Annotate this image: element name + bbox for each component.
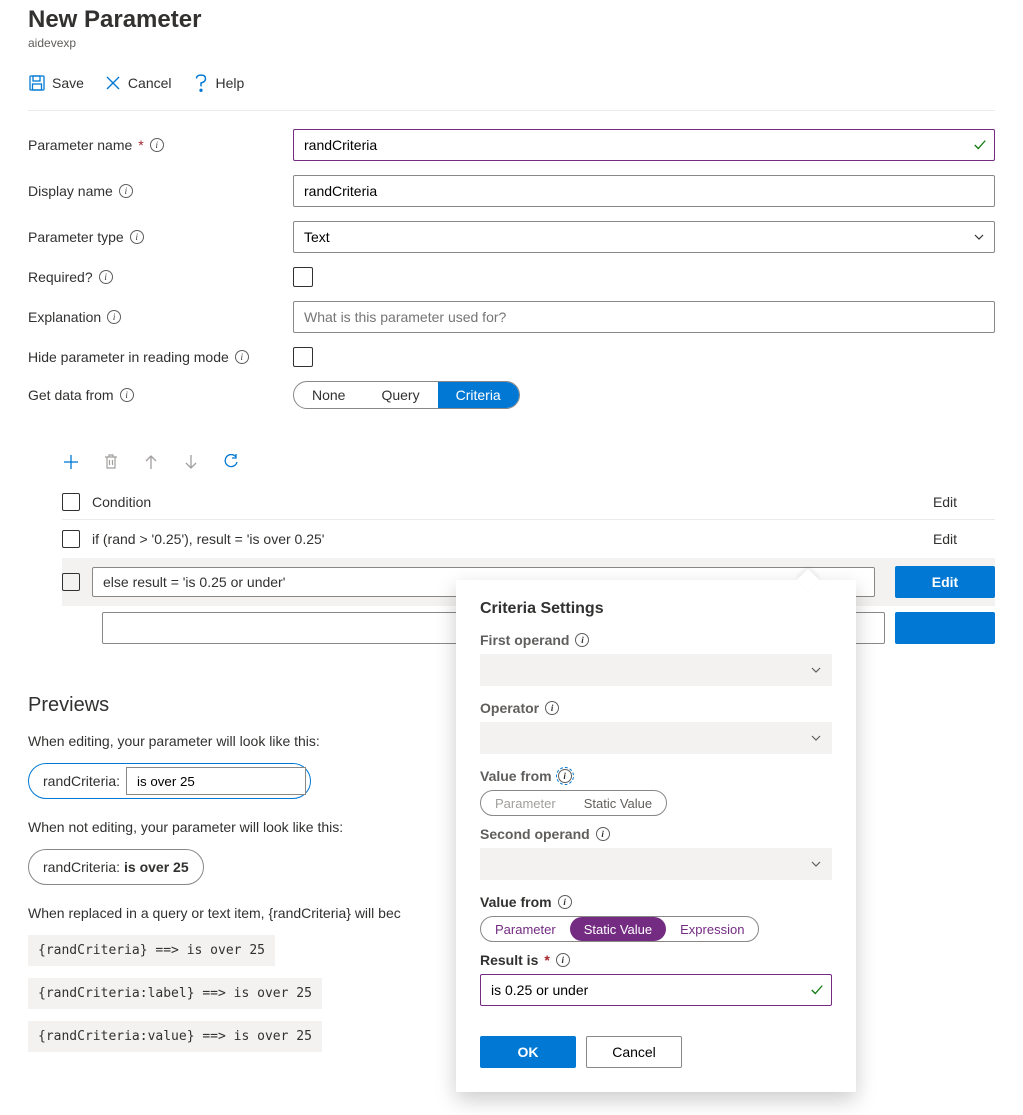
arrow-up-icon[interactable]: [142, 453, 160, 471]
pill-static-value[interactable]: Static Value: [570, 917, 666, 941]
info-icon[interactable]: i: [120, 388, 134, 402]
get-data-pills: None Query Criteria: [293, 381, 520, 409]
pill-criteria[interactable]: Criteria: [438, 382, 519, 408]
row-checkbox[interactable]: [62, 530, 80, 548]
explanation-input[interactable]: [293, 301, 995, 333]
help-label: Help: [216, 75, 245, 91]
second-operand-label: Second operand i: [480, 826, 832, 842]
criteria-settings-popover: Criteria Settings First operand i Operat…: [456, 580, 856, 1092]
pill-static-value[interactable]: Static Value: [570, 791, 666, 815]
info-icon[interactable]: i: [545, 701, 559, 715]
table-row: if (rand > '0.25'), result = 'is over 0.…: [62, 520, 995, 558]
chevron-down-icon: [810, 732, 822, 744]
pill-query[interactable]: Query: [363, 382, 437, 408]
toolbar: Save Cancel Help: [28, 62, 995, 111]
required-checkbox[interactable]: [293, 267, 313, 287]
preview-readonly-pill: randCriteria: is over 25: [28, 849, 204, 885]
edit-header: Edit: [895, 494, 995, 510]
refresh-icon[interactable]: [222, 453, 240, 471]
param-type-label: Parameter type i: [28, 229, 293, 245]
preview-pill-input[interactable]: [126, 767, 306, 795]
param-type-select[interactable]: [293, 221, 995, 253]
info-icon[interactable]: i: [107, 310, 121, 324]
value-from-label-1: Value from i: [480, 768, 832, 784]
result-is-label: Result is* i: [480, 952, 832, 968]
second-operand-select[interactable]: [480, 848, 832, 880]
preview-pill-value: is over 25: [124, 859, 189, 875]
param-name-input[interactable]: [293, 129, 995, 161]
first-operand-select[interactable]: [480, 654, 832, 686]
required-label: Required? i: [28, 269, 293, 285]
pill-none[interactable]: None: [294, 382, 363, 408]
preview-pill-label: randCriteria:: [43, 859, 120, 875]
cancel-icon: [104, 74, 122, 92]
code-block: {randCriteria} ==> is over 25: [28, 935, 275, 966]
preview-pill-label: randCriteria:: [43, 773, 120, 789]
hide-checkbox[interactable]: [293, 347, 313, 367]
save-button[interactable]: Save: [28, 74, 84, 92]
value-from-pills-1: Parameter Static Value: [480, 790, 667, 816]
ok-button[interactable]: OK: [480, 1036, 576, 1068]
page-title: New Parameter: [28, 6, 995, 34]
form: Parameter name* i Display name i: [28, 111, 995, 409]
info-icon[interactable]: i: [130, 230, 144, 244]
cancel-button[interactable]: Cancel: [104, 74, 172, 92]
page-header: New Parameter aidevexp: [28, 0, 995, 62]
param-name-label: Parameter name* i: [28, 137, 293, 153]
add-icon[interactable]: [62, 453, 80, 471]
row-checkbox[interactable]: [62, 573, 80, 591]
delete-icon[interactable]: [102, 453, 120, 471]
save-icon: [28, 74, 46, 92]
chevron-down-icon: [810, 664, 822, 676]
help-button[interactable]: Help: [192, 74, 245, 92]
chevron-down-icon: [810, 858, 822, 870]
extra-button[interactable]: [895, 612, 995, 644]
arrow-down-icon[interactable]: [182, 453, 200, 471]
table-header: Condition Edit: [62, 485, 995, 520]
criteria-tools: [28, 423, 995, 485]
cancel-button[interactable]: Cancel: [586, 1036, 682, 1068]
pill-parameter[interactable]: Parameter: [481, 791, 570, 815]
info-icon[interactable]: i: [575, 633, 589, 647]
code-block: {randCriteria:value} ==> is over 25: [28, 1021, 322, 1052]
save-label: Save: [52, 75, 84, 91]
pill-parameter[interactable]: Parameter: [481, 917, 570, 941]
help-icon: [192, 74, 210, 92]
info-icon[interactable]: i: [556, 953, 570, 967]
operator-select[interactable]: [480, 722, 832, 754]
display-name-input[interactable]: [293, 175, 995, 207]
cancel-label: Cancel: [128, 75, 172, 91]
page-subtitle: aidevexp: [28, 36, 995, 50]
hide-label: Hide parameter in reading mode i: [28, 349, 293, 365]
condition-text: if (rand > '0.25'), result = 'is over 0.…: [92, 531, 895, 547]
check-icon: [973, 138, 987, 152]
edit-button[interactable]: Edit: [895, 566, 995, 598]
result-input[interactable]: [480, 974, 832, 1006]
info-icon[interactable]: i: [99, 270, 113, 284]
popover-buttons: OK Cancel: [480, 1036, 832, 1068]
preview-editing-pill: randCriteria:: [28, 763, 311, 799]
first-operand-label: First operand i: [480, 632, 832, 648]
info-icon[interactable]: i: [558, 895, 572, 909]
get-data-label: Get data from i: [28, 387, 293, 403]
info-icon[interactable]: i: [558, 769, 572, 783]
select-all-checkbox[interactable]: [62, 493, 80, 511]
info-icon[interactable]: i: [150, 138, 164, 152]
check-icon: [810, 983, 824, 997]
value-from-label-2: Value from i: [480, 894, 832, 910]
explanation-label: Explanation i: [28, 309, 293, 325]
info-icon[interactable]: i: [596, 827, 610, 841]
info-icon[interactable]: i: [235, 350, 249, 364]
operator-label: Operator i: [480, 700, 832, 716]
info-icon[interactable]: i: [119, 184, 133, 198]
condition-header: Condition: [92, 494, 895, 510]
value-from-pills-2: Parameter Static Value Expression: [480, 916, 759, 942]
code-block: {randCriteria:label} ==> is over 25: [28, 978, 322, 1009]
display-name-label: Display name i: [28, 183, 293, 199]
popover-title: Criteria Settings: [480, 600, 832, 618]
edit-link[interactable]: Edit: [895, 531, 995, 547]
pill-expression[interactable]: Expression: [666, 917, 758, 941]
